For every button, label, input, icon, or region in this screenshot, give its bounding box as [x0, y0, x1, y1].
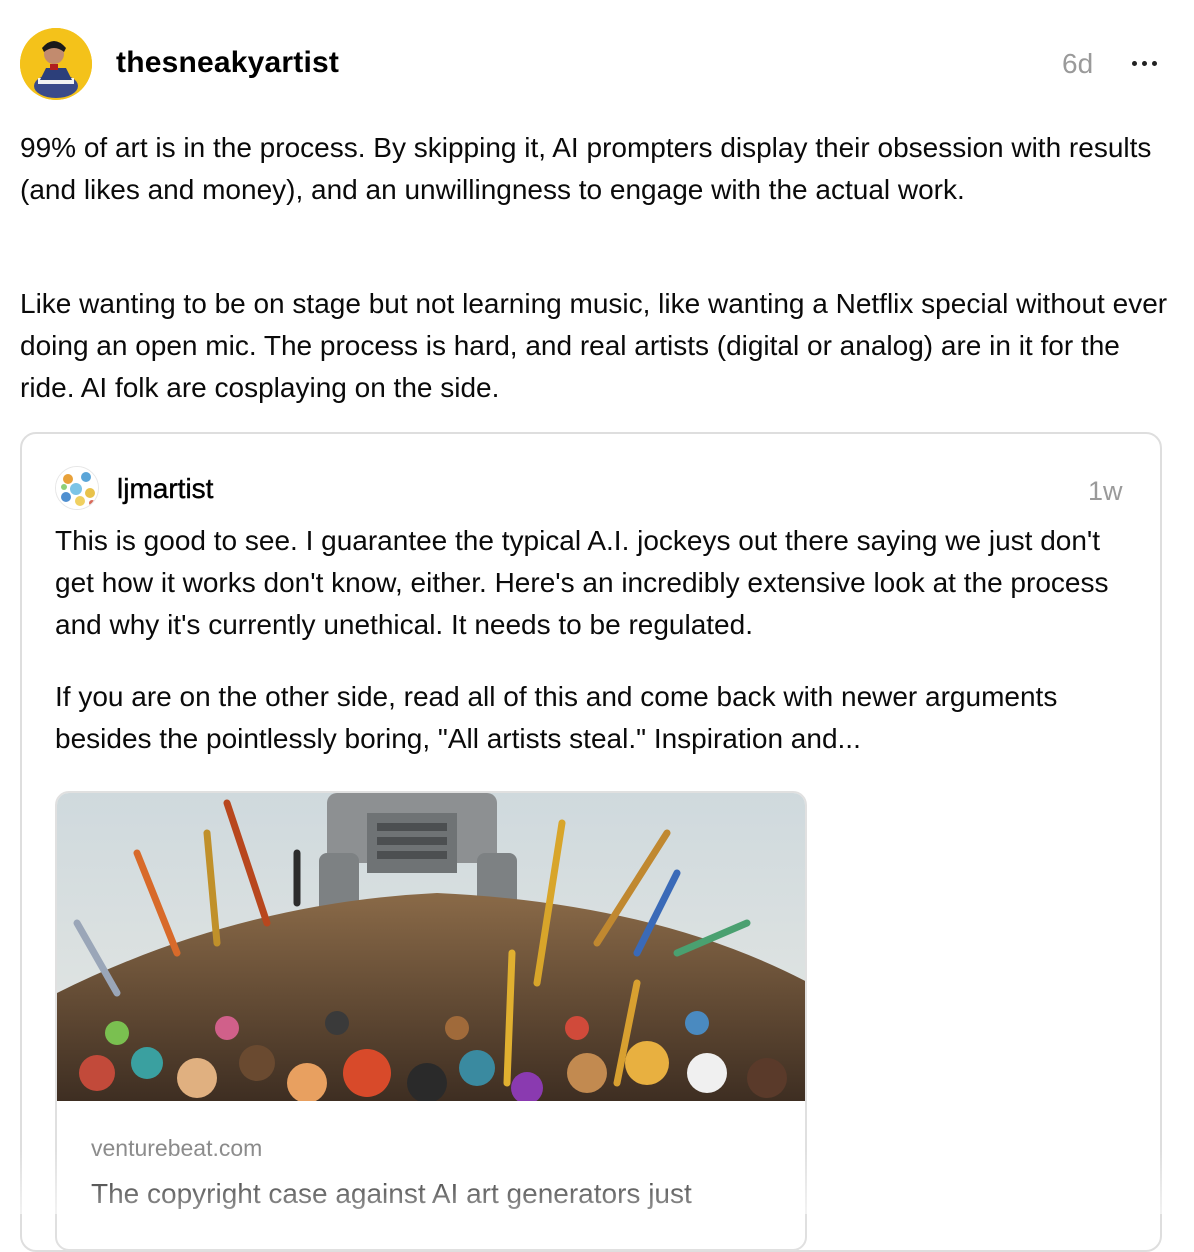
quoted-timestamp: 1w — [1088, 476, 1123, 506]
quoted-paragraph: This is good to see. I guarantee the typ… — [55, 525, 1109, 640]
quoted-author-avatar[interactable] — [55, 466, 99, 510]
link-preview-card[interactable]: venturebeat.com The copyright case again… — [55, 791, 807, 1251]
link-title[interactable]: The copyright case against AI art genera… — [91, 1178, 692, 1210]
author-avatar[interactable] — [20, 28, 92, 100]
post-paragraph: Like wanting to be on stage but not lear… — [20, 288, 1168, 403]
post-paragraph: 99% of art is in the process. By skippin… — [20, 132, 1152, 205]
author-username[interactable]: thesneakyartist — [116, 46, 339, 80]
more-options-icon[interactable] — [1126, 48, 1162, 78]
quoted-author-username[interactable]: ljmartist — [117, 473, 214, 505]
link-preview-image — [57, 793, 805, 1101]
quoted-paragraph: If you are on the other side, read all o… — [55, 681, 1058, 754]
link-domain: venturebeat.com — [91, 1135, 263, 1161]
post-timestamp: 6d — [1062, 48, 1094, 79]
quoted-post-card[interactable]: ljmartist 1w This is good to see. I guar… — [20, 432, 1162, 1252]
